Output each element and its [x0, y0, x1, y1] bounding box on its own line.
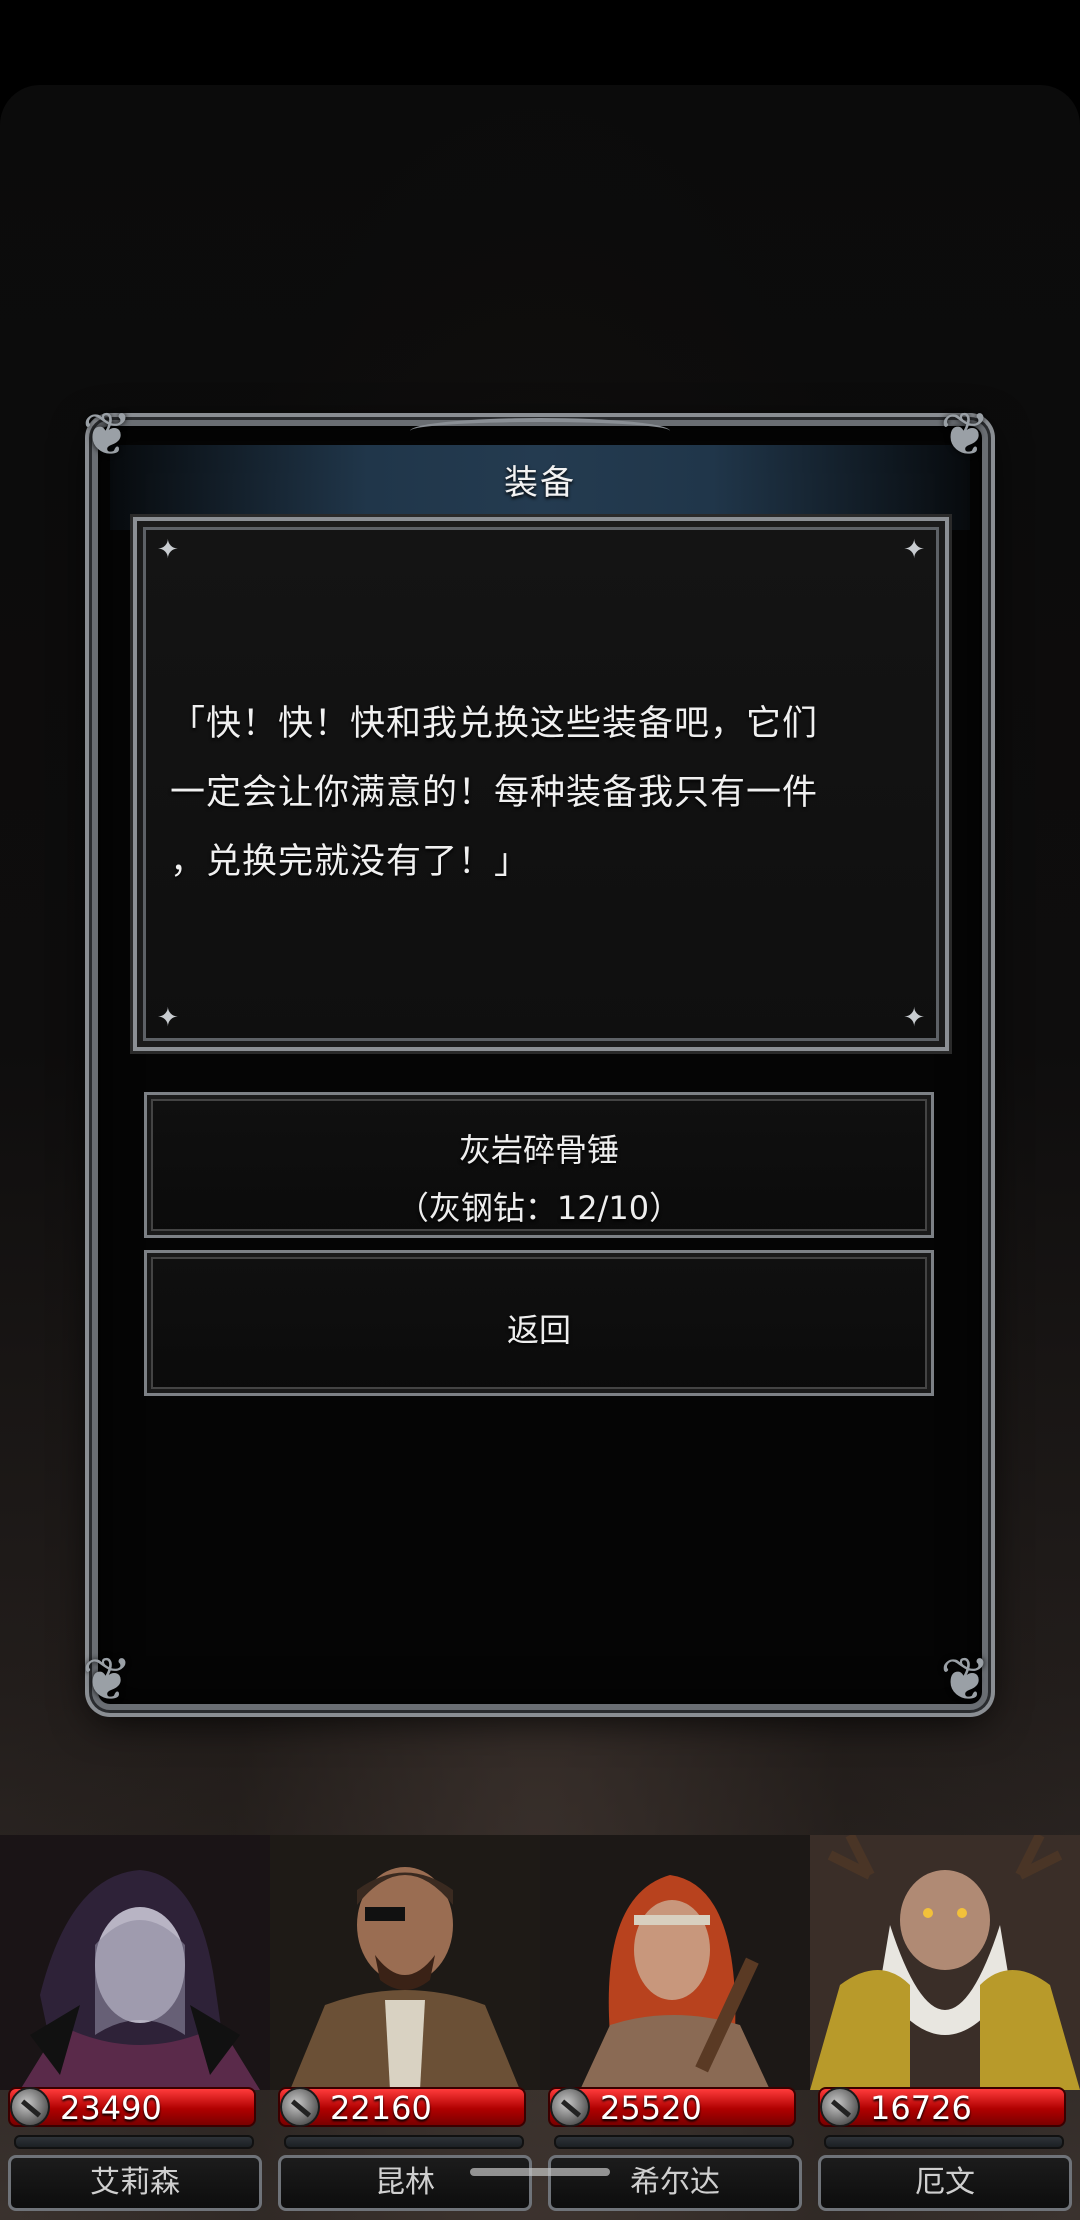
- hp-value: 23490: [60, 2089, 162, 2127]
- return-label: 返回: [506, 1311, 571, 1349]
- sword-icon: [550, 2087, 590, 2127]
- party-bar: 23490 艾莉森 22160 昆林 25520 希尔达 16726 厄文: [0, 1835, 1080, 2220]
- party-member-erwin[interactable]: 16726 厄文: [810, 1835, 1080, 2220]
- mp-bar: [14, 2135, 254, 2149]
- party-member-hilda[interactable]: 25520 希尔达: [540, 1835, 810, 2220]
- portrait-image: [270, 1835, 540, 2090]
- sword-icon: [10, 2087, 50, 2127]
- dialog-line: ，兑换完就没有了！」: [170, 842, 531, 882]
- member-name: 厄文: [818, 2155, 1072, 2211]
- sword-icon: [820, 2087, 860, 2127]
- corner-ornament-icon: ❦: [82, 400, 133, 470]
- home-indicator[interactable]: [470, 2168, 610, 2176]
- sword-icon: [280, 2087, 320, 2127]
- sparkle-icon: ✦: [157, 535, 179, 565]
- hp-row: 16726: [818, 2087, 1072, 2127]
- exchange-option-button[interactable]: 灰岩碎骨锤 （灰钢钻：12/10）: [144, 1092, 934, 1238]
- member-name: 昆林: [278, 2155, 532, 2211]
- option-item-name: 灰岩碎骨锤: [458, 1131, 619, 1169]
- corner-ornament-icon: ❦: [940, 1645, 991, 1715]
- party-member-kunlin[interactable]: 22160 昆林: [270, 1835, 540, 2220]
- party-member-allison[interactable]: 23490 艾莉森: [0, 1835, 270, 2220]
- return-button[interactable]: 返回: [144, 1250, 934, 1396]
- corner-ornament-icon: ❦: [82, 1645, 133, 1715]
- corner-ornament-icon: ❦: [940, 400, 991, 470]
- portrait-image: [540, 1835, 810, 2090]
- game-screen: 装备 ❦ ❦ ❦ ❦ ✦ ✦ ✦ ✦ 「快！快！快和我兑换这些装备吧，它们 一定…: [0, 0, 1080, 2220]
- dialog-line: 「快！快！快和我兑换这些装备吧，它们: [170, 704, 819, 744]
- hp-value: 22160: [330, 2089, 432, 2127]
- panel-crest-ornament: [410, 418, 670, 444]
- dialog-line: 一定会让你满意的！每种装备我只有一件: [170, 773, 819, 813]
- sparkle-icon: ✦: [903, 535, 925, 565]
- sparkle-icon: ✦: [157, 1003, 179, 1033]
- mp-bar: [824, 2135, 1064, 2149]
- portrait-image: [810, 1835, 1080, 2090]
- member-name: 艾莉森: [8, 2155, 262, 2211]
- member-name: 希尔达: [548, 2155, 802, 2211]
- hp-value: 16726: [870, 2089, 972, 2127]
- dialog-text: 「快！快！快和我兑换这些装备吧，它们 一定会让你满意的！每种装备我只有一件 ，兑…: [170, 690, 915, 897]
- mp-bar: [554, 2135, 794, 2149]
- option-item-cost: （灰钢钻：12/10）: [396, 1189, 682, 1227]
- hp-value: 25520: [600, 2089, 702, 2127]
- portrait-image: [0, 1835, 270, 2090]
- hp-row: 25520: [548, 2087, 802, 2127]
- hp-row: 23490: [8, 2087, 262, 2127]
- panel-title: 装备: [504, 463, 576, 503]
- mp-bar: [284, 2135, 524, 2149]
- hp-row: 22160: [278, 2087, 532, 2127]
- sparkle-icon: ✦: [903, 1003, 925, 1033]
